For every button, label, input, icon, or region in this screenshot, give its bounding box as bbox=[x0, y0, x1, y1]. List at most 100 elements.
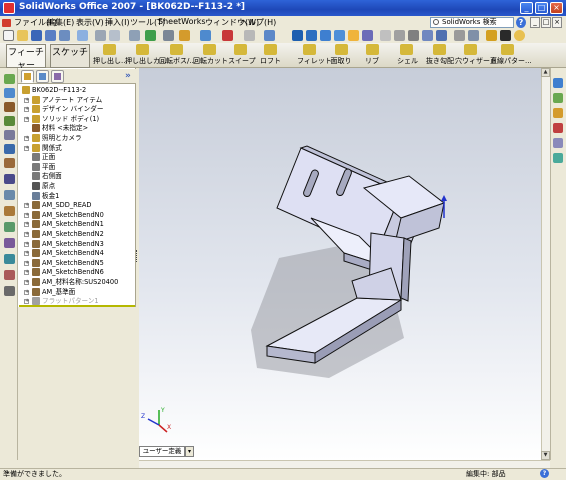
camera-icon[interactable] bbox=[500, 30, 511, 41]
menu-help[interactable]: ヘルプ(H) bbox=[240, 17, 276, 28]
realview-icon[interactable] bbox=[486, 30, 497, 41]
expand-icon[interactable]: + bbox=[24, 251, 29, 257]
undo-icon[interactable] bbox=[95, 30, 106, 41]
search-results-icon[interactable] bbox=[553, 123, 563, 133]
fillet-button[interactable]: フィレット bbox=[297, 44, 332, 68]
wireframe-icon[interactable] bbox=[380, 30, 391, 41]
menu-sheetworks[interactable]: SheetWorks bbox=[158, 17, 206, 26]
file-explorer-icon[interactable] bbox=[553, 108, 563, 118]
solidworks-resources-icon[interactable] bbox=[553, 78, 563, 88]
tree-item[interactable]: + AM_SketchBendN5 bbox=[20, 258, 134, 268]
tree-item[interactable]: + 照明とカメラ bbox=[20, 133, 134, 143]
select-arrow-icon[interactable] bbox=[129, 30, 140, 41]
feature-icon-9[interactable] bbox=[4, 190, 15, 200]
appearances-icon[interactable] bbox=[553, 153, 563, 163]
tab-sketch[interactable]: スケッチ bbox=[50, 44, 90, 68]
expand-icon[interactable]: + bbox=[24, 280, 29, 285]
lighting-icon[interactable] bbox=[514, 30, 525, 41]
tree-item[interactable]: + AM_SketchBendN2 bbox=[20, 229, 134, 239]
viewport-horizontal-scrollbar[interactable] bbox=[139, 460, 550, 468]
tree-item[interactable]: + AM_基準面 bbox=[20, 287, 134, 297]
doc-restore-button[interactable]: □ bbox=[541, 17, 551, 28]
collapse-panel-icon[interactable]: » bbox=[125, 71, 131, 81]
expand-icon[interactable]: + bbox=[24, 260, 29, 266]
loft-button[interactable]: ロフト bbox=[260, 44, 281, 68]
zoom-to-fit-icon[interactable] bbox=[292, 30, 303, 41]
expand-icon[interactable]: + bbox=[24, 97, 29, 103]
extrude-boss-button[interactable]: 押し出し... bbox=[93, 44, 128, 68]
tree-item[interactable]: + ソリッド ボディ(1) bbox=[20, 114, 134, 124]
tree-item[interactable]: + AM_材料名称:SUS20400 bbox=[20, 277, 134, 287]
options-icon[interactable] bbox=[179, 30, 190, 41]
zoom-area-icon[interactable] bbox=[306, 30, 317, 41]
save-icon[interactable] bbox=[31, 30, 42, 41]
feature-icon-8[interactable] bbox=[4, 174, 15, 184]
search-input[interactable]: SolidWorks 検索 bbox=[430, 17, 514, 28]
scroll-down-icon[interactable]: ▼ bbox=[541, 451, 550, 460]
tab-configuration-manager[interactable] bbox=[51, 70, 64, 83]
tree-item[interactable]: 右側面 bbox=[20, 171, 134, 181]
tree-item[interactable]: + デザイン バインダー bbox=[20, 104, 134, 114]
linear-pattern-button[interactable]: 直線パター... bbox=[490, 44, 532, 68]
extrude-cut-button[interactable]: 押し出しカ... bbox=[125, 44, 167, 68]
view-settings-icon[interactable] bbox=[264, 30, 275, 41]
expand-icon[interactable]: + bbox=[24, 107, 29, 113]
feature-icon-4[interactable] bbox=[4, 116, 15, 126]
feature-icon-6[interactable] bbox=[4, 144, 15, 154]
tab-features[interactable]: フィーチャー bbox=[6, 44, 46, 71]
solidworks-app-icon[interactable] bbox=[3, 2, 15, 14]
cut-icon[interactable] bbox=[77, 30, 88, 41]
hole-wizard-button[interactable]: 穴ウィザード bbox=[455, 44, 497, 68]
redo-icon[interactable] bbox=[109, 30, 120, 41]
view-orientation-icon[interactable] bbox=[200, 30, 211, 41]
view-tab-dropdown-icon[interactable]: ▾ bbox=[185, 446, 194, 457]
doc-minimize-button[interactable]: _ bbox=[530, 17, 540, 28]
menu-view[interactable]: 表示(V) bbox=[76, 17, 104, 28]
feature-icon-3[interactable] bbox=[4, 102, 15, 112]
expand-icon[interactable]: + bbox=[24, 203, 29, 209]
shadows-icon[interactable] bbox=[454, 30, 465, 41]
rebuild-icon[interactable] bbox=[145, 30, 156, 41]
scroll-up-icon[interactable]: ▲ bbox=[541, 68, 550, 77]
doc-close-button[interactable]: × bbox=[552, 17, 562, 28]
view-orientation-tab[interactable]: ユーザー定義 bbox=[139, 446, 185, 457]
status-help-icon[interactable]: ? bbox=[540, 469, 549, 478]
chamfer-button[interactable]: 面取り bbox=[329, 44, 353, 68]
close-button[interactable]: × bbox=[550, 2, 563, 14]
tree-item[interactable]: + AM_SketchBendN3 bbox=[20, 239, 134, 249]
expand-icon[interactable]: + bbox=[24, 299, 29, 305]
tree-item[interactable]: 板金1 bbox=[20, 191, 134, 201]
rib-button[interactable]: リブ bbox=[364, 44, 380, 68]
expand-icon[interactable]: + bbox=[24, 289, 29, 295]
revolve-cut-button[interactable]: 回転カット bbox=[193, 44, 228, 68]
rotate-view-icon[interactable] bbox=[348, 30, 359, 41]
open-folder-icon[interactable] bbox=[17, 30, 28, 41]
maximize-button[interactable]: □ bbox=[535, 2, 548, 14]
expand-icon[interactable]: + bbox=[24, 116, 29, 122]
view-palette-icon[interactable] bbox=[553, 138, 563, 148]
tree-item[interactable]: + アノテート アイテム bbox=[20, 95, 134, 105]
feature-icon-7[interactable] bbox=[4, 158, 15, 168]
expand-icon[interactable]: + bbox=[24, 222, 29, 228]
perspective-icon[interactable] bbox=[468, 30, 479, 41]
tree-item[interactable]: 平面 bbox=[20, 162, 134, 172]
feature-icon-2[interactable] bbox=[4, 88, 15, 98]
revolve-boss-button[interactable]: 回転ボス/... bbox=[159, 44, 196, 68]
tab-feature-tree[interactable] bbox=[21, 70, 34, 83]
expand-icon[interactable]: + bbox=[24, 241, 29, 247]
tree-item[interactable]: + AM_SketchBendN1 bbox=[20, 219, 134, 229]
display-style-icon[interactable] bbox=[222, 30, 233, 41]
design-library-icon[interactable] bbox=[553, 93, 563, 103]
hidden-lines-removed-icon[interactable] bbox=[408, 30, 419, 41]
tree-item[interactable]: 材料 <未指定> bbox=[20, 123, 134, 133]
pan-icon[interactable] bbox=[362, 30, 373, 41]
expand-icon[interactable]: + bbox=[24, 232, 29, 237]
zoom-selection-icon[interactable] bbox=[334, 30, 345, 41]
tree-item[interactable]: 正面 bbox=[20, 152, 134, 162]
tree-item[interactable]: 原点 bbox=[20, 181, 134, 191]
file-properties-icon[interactable] bbox=[163, 30, 174, 41]
print-preview-icon[interactable] bbox=[59, 30, 70, 41]
section-view-icon[interactable] bbox=[244, 30, 255, 41]
print-icon[interactable] bbox=[45, 30, 56, 41]
shaded-with-edges-icon[interactable] bbox=[422, 30, 433, 41]
